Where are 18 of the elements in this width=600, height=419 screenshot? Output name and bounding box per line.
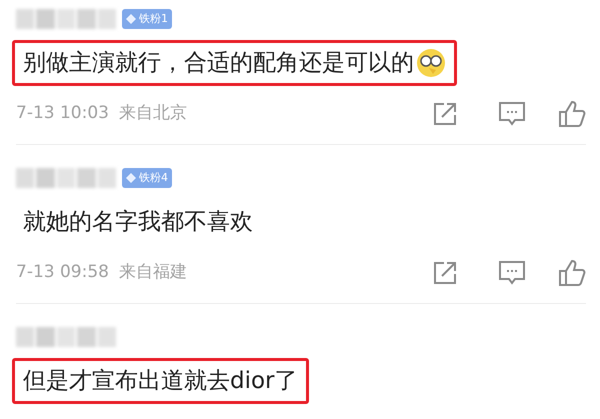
share-icon[interactable] (432, 260, 458, 286)
diamond-icon (126, 14, 136, 24)
share-icon[interactable] (432, 101, 458, 127)
comment-time: 7-13 10:03 (16, 102, 109, 126)
comment-text: 别做主演就行，合适的配角还是可以的 (23, 49, 414, 78)
fan-badge: 铁粉1 (122, 9, 172, 29)
like-icon[interactable] (558, 259, 586, 287)
comment-location: 来自北京 (118, 102, 187, 126)
emoji-icon (416, 48, 446, 78)
comment-icon[interactable] (498, 101, 526, 127)
fan-badge: 铁粉4 (122, 168, 172, 188)
comment-time: 7-13 09:58 (16, 261, 109, 284)
comment-text: 就她的名字我都不喜欢 (23, 208, 253, 237)
comment-location: 来自福建 (118, 261, 187, 284)
comment-text: 但是才宣布出道就去dior了 (23, 367, 298, 396)
comment-icon[interactable] (498, 260, 526, 286)
like-icon[interactable] (558, 100, 586, 128)
diamond-icon (126, 173, 136, 183)
